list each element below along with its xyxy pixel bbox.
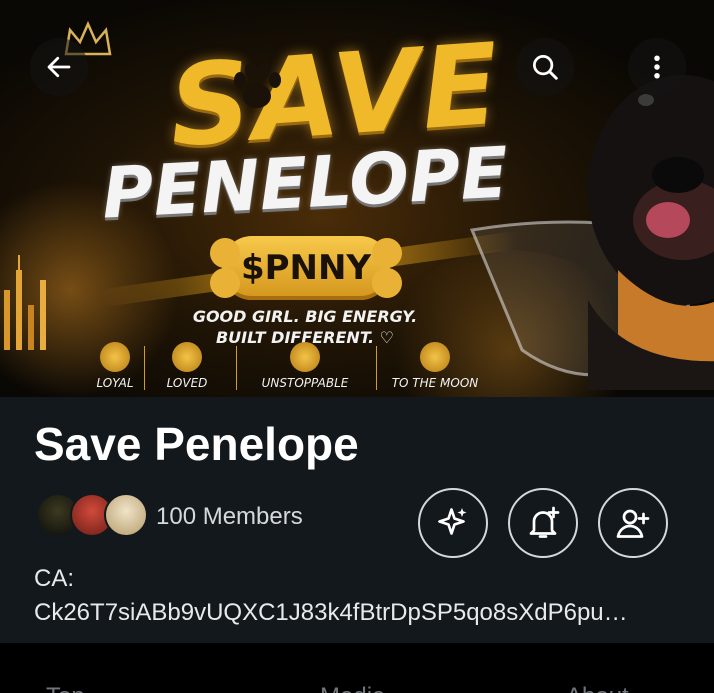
sparkle-button[interactable] [418,488,488,558]
feature-label: LOVED [166,376,208,390]
person-add-icon [616,509,650,538]
contract-address-value[interactable]: Ck26T7siABb9vUQXC1J83k4fBtrDpSP5qo8sXdP6… [34,599,694,627]
more-options-button[interactable] [628,38,686,96]
divider [376,346,377,390]
arrow-left-icon [47,56,71,78]
more-vertical-icon [654,55,660,79]
contract-address-label: CA: [34,565,75,592]
tab-top[interactable]: Top [46,683,85,693]
notifications-button[interactable] [508,488,578,558]
feature-loved: LOVED [132,342,242,390]
tagline-line-1: GOOD GIRL. BIG ENERGY. [192,307,418,326]
feature-unstoppable: UNSTOPPABLE [250,342,360,390]
dog-photo [588,75,714,390]
search-icon [533,55,558,80]
candlestick-decoration [4,255,46,350]
feature-row: LOYAL LOVED UNSTOPPABLE TO THE MOON [60,342,500,396]
sparkle-icon [438,508,467,535]
community-tabs: Top Media About [0,643,714,693]
ticker-bone: $PNNY [210,236,402,300]
paw-icon [100,342,130,372]
ticker-label: $PNNY [240,248,372,288]
member-avatars[interactable] [36,493,148,537]
bone-icon [290,342,320,372]
community-banner: SAVE PENELOPE $PNNY GOOD GIRL. BIG ENERG… [0,0,714,397]
avatar [104,493,148,537]
search-button[interactable] [516,38,574,96]
join-button[interactable] [598,488,668,558]
divider [236,346,237,390]
community-name: Save Penelope [34,418,359,470]
back-button[interactable] [30,38,88,96]
tab-media[interactable]: Media [320,683,385,693]
community-header: Save Penelope 100 Members CA: Ck26T7siAB… [0,397,714,643]
paw-icon [234,62,281,108]
heart-icon [172,342,202,372]
bell-add-icon [529,506,560,538]
rocket-icon [420,342,450,372]
tab-about[interactable]: About [566,683,629,693]
feature-label: UNSTOPPABLE [261,376,349,390]
members-count[interactable]: 100 Members [156,503,303,531]
